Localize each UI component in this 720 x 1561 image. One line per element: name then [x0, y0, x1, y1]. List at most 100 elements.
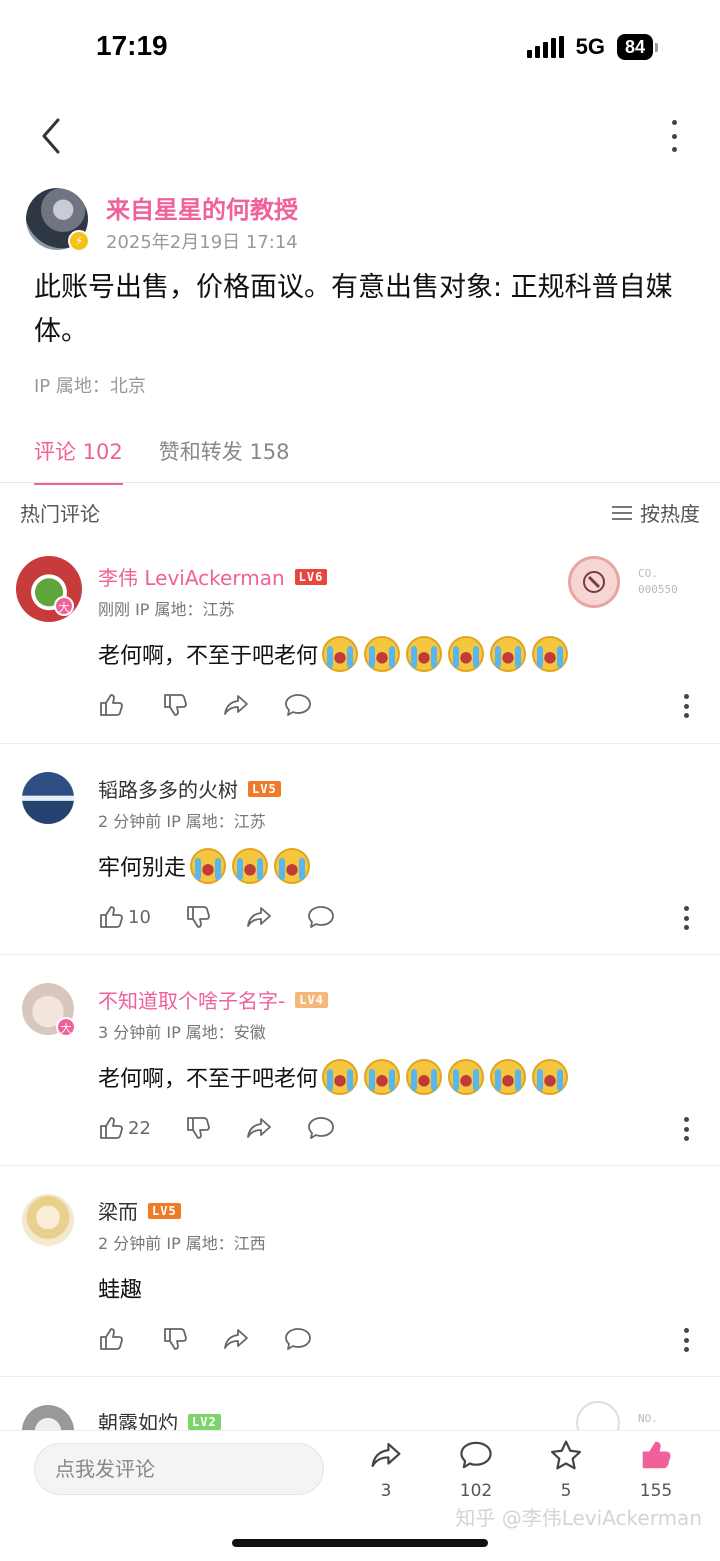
dislike-button[interactable] — [185, 1115, 211, 1141]
network-type: 5G — [575, 34, 605, 59]
comment-author[interactable]: 韬路多多的火树 — [98, 774, 238, 803]
comment-actions — [98, 692, 312, 718]
back-icon — [42, 118, 60, 154]
comment-icon — [460, 1441, 492, 1469]
comment-meta: 3 分钟前 IP 属地：安徽 — [98, 1023, 266, 1042]
crying-emoji-icon — [532, 1059, 569, 1095]
verified-badge-icon: ⚡ — [68, 230, 90, 252]
comment-avatar[interactable] — [22, 772, 74, 824]
level-badge: LV5 — [248, 780, 281, 797]
level-badge: LV6 — [294, 568, 328, 585]
crying-emoji-icon — [490, 636, 527, 672]
comment-name-row: 李伟 LeviAckerman LV6 — [98, 562, 328, 591]
level-badge: LV5 — [148, 1202, 181, 1219]
tab-comments[interactable]: 评论 102 — [34, 436, 123, 485]
author-name[interactable]: 来自星星的何教授 — [106, 190, 298, 225]
like-button[interactable]: 155 — [626, 1439, 686, 1501]
comment-actions — [98, 1326, 312, 1352]
share-button[interactable] — [245, 904, 273, 930]
like-icon — [642, 1441, 671, 1469]
comment-author[interactable]: 李伟 LeviAckerman — [98, 562, 285, 591]
post-ip-location: IP 属地：北京 — [34, 376, 146, 397]
status-time: 17:19 — [96, 30, 168, 61]
home-indicator[interactable] — [232, 1539, 488, 1547]
sort-label: 按热度 — [640, 502, 700, 526]
share-icon — [245, 904, 273, 930]
comment-name-row: 不知道取个啥子名字- LV4 — [98, 985, 328, 1014]
tab-likes-reposts[interactable]: 赞和转发 158 — [159, 436, 290, 485]
share-button[interactable]: 3 — [356, 1439, 416, 1501]
crying-emoji-group — [190, 848, 311, 884]
dislike-button[interactable] — [162, 692, 188, 718]
crying-emoji-icon — [406, 1059, 443, 1095]
comment-text-row: 牢何别走 — [98, 848, 311, 884]
dislike-icon — [162, 692, 188, 718]
like-button[interactable] — [98, 692, 128, 718]
crying-emoji-icon — [274, 848, 311, 884]
section-title: 热门评论 — [20, 502, 100, 526]
comment-author[interactable]: 不知道取个啥子名字- — [98, 985, 285, 1014]
dislike-icon — [162, 1326, 188, 1352]
divider — [0, 954, 720, 955]
like-button[interactable]: 22 — [98, 1115, 151, 1141]
crying-emoji-group — [322, 1059, 569, 1095]
favorite-button[interactable]: 5 — [536, 1439, 596, 1501]
comment-actions: 22 — [98, 1115, 335, 1141]
share-icon — [222, 692, 250, 718]
dislike-icon — [185, 904, 211, 930]
divider — [0, 1165, 720, 1166]
comment-text: 老何啊，不至于吧老何 — [98, 644, 319, 669]
back-button[interactable] — [34, 112, 74, 160]
more-icon[interactable] — [666, 116, 682, 156]
dislike-icon — [185, 1115, 211, 1141]
reply-button[interactable] — [307, 1115, 335, 1141]
comment-name-row: 韬路多多的火树 LV5 — [98, 774, 281, 803]
comment-text-row: 蛙趣 — [98, 1272, 142, 1304]
reply-button[interactable] — [307, 904, 335, 930]
comment-button[interactable]: 102 — [446, 1439, 506, 1501]
share-button[interactable] — [222, 692, 250, 718]
comments-header: 热门评论 按热度 — [20, 498, 700, 527]
dislike-button[interactable] — [185, 904, 211, 930]
reply-button[interactable] — [284, 692, 312, 718]
like-icon — [98, 1326, 124, 1352]
crying-emoji-icon — [364, 636, 401, 672]
reply-button[interactable] — [284, 1326, 312, 1352]
dislike-button[interactable] — [162, 1326, 188, 1352]
status-bar: 17:19 5G 84 — [0, 0, 720, 100]
share-button[interactable] — [222, 1326, 250, 1352]
like-button[interactable]: 10 — [98, 904, 151, 930]
watermark: 知乎 @李伟LeviAckerman — [455, 1506, 702, 1530]
share-icon — [245, 1115, 273, 1141]
divider — [0, 1376, 720, 1377]
crying-emoji-icon — [364, 1059, 401, 1095]
comment-avatar[interactable] — [16, 556, 82, 622]
share-count: 3 — [380, 1481, 392, 1501]
battery-level: 84 — [616, 34, 653, 60]
comment-meta: 刚刚 IP 属地：江苏 — [98, 600, 235, 619]
crying-emoji-icon — [490, 1059, 527, 1095]
comment-avatar[interactable] — [22, 1194, 74, 1246]
comment-text: 老何啊，不至于吧老何 — [98, 1067, 319, 1092]
star-icon — [550, 1440, 582, 1470]
crying-emoji-icon — [532, 636, 569, 672]
comment-more-icon[interactable] — [682, 694, 690, 718]
avatar-badge: 大 — [56, 1017, 76, 1037]
crying-emoji-group — [322, 636, 569, 672]
comment-more-icon[interactable] — [682, 906, 690, 930]
share-button[interactable] — [245, 1115, 273, 1141]
comment-more-icon[interactable] — [682, 1117, 690, 1141]
divider — [0, 743, 720, 744]
comment-text-row: 老何啊，不至于吧老何 — [98, 1059, 569, 1095]
comment-author[interactable]: 梁而 — [98, 1196, 138, 1225]
comment-input[interactable]: 点我发评论 — [34, 1443, 324, 1495]
comment-text: 牢何别走 — [98, 856, 187, 881]
comment-more-icon[interactable] — [682, 1328, 690, 1352]
sort-button[interactable]: 按热度 — [612, 498, 700, 527]
share-icon — [222, 1326, 250, 1352]
like-button[interactable] — [98, 1326, 128, 1352]
medal-text: CO. 000550 — [638, 567, 678, 596]
level-badge: LV2 — [188, 1413, 221, 1430]
like-count: 155 — [639, 1481, 673, 1501]
comment-actions: 10 — [98, 904, 335, 930]
